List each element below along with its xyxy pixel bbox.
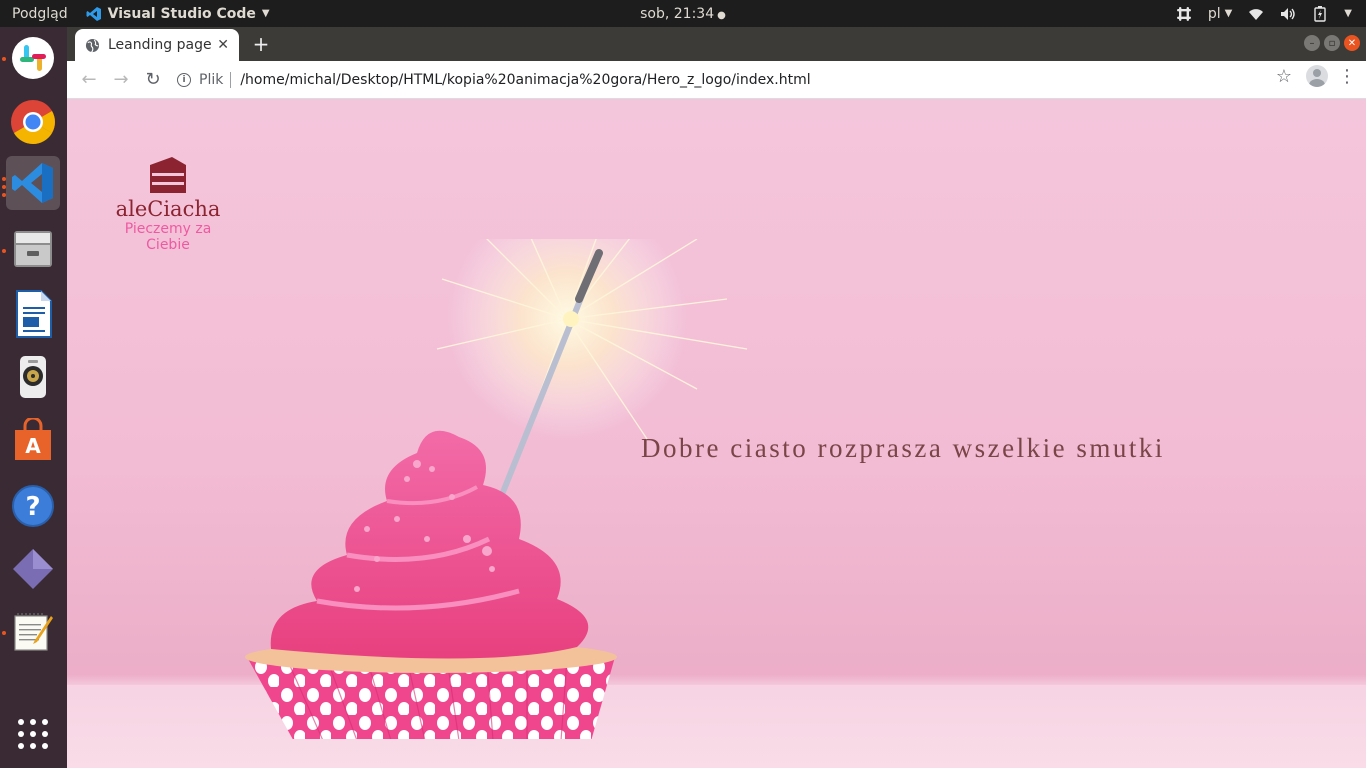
vscode-small-icon — [86, 6, 101, 21]
dock-item-files[interactable] — [6, 222, 60, 276]
keyboard-layout-label: pl — [1207, 5, 1221, 22]
close-icon: ✕ — [1347, 37, 1357, 49]
cake-slice-icon — [150, 157, 186, 193]
app-menu-label: Visual Studio Code — [107, 5, 256, 22]
running-indicator — [2, 249, 6, 253]
app-menu[interactable]: Visual Studio Code ▼ — [86, 6, 270, 22]
address-scheme: Plik — [199, 72, 224, 88]
page-viewport: aleCiacha Pieczemy za Ciebie Dobre ciast… — [67, 99, 1366, 768]
system-menu-icon[interactable]: ▼ — [1344, 8, 1352, 19]
tab-landing-page[interactable]: Leanding page ✕ — [75, 29, 239, 61]
slack-tray-icon[interactable] — [1176, 6, 1192, 22]
bookmark-star-icon[interactable]: ☆ — [1272, 66, 1296, 87]
chrome-icon — [11, 100, 55, 144]
wifi-icon[interactable] — [1248, 6, 1264, 22]
menu-kebab-icon[interactable]: ⋮ — [1338, 66, 1356, 87]
profile-avatar[interactable] — [1306, 65, 1328, 87]
battery-icon[interactable] — [1312, 5, 1328, 22]
close-icon[interactable]: ✕ — [217, 37, 229, 53]
help-icon: ? — [12, 485, 54, 527]
chevron-down-icon: ▼ — [261, 8, 270, 19]
activities-button[interactable]: Podgląd — [12, 6, 68, 22]
software-center-icon: A — [15, 418, 51, 460]
show-applications-button[interactable] — [6, 707, 60, 761]
text-editor-icon — [14, 613, 53, 651]
running-indicator — [2, 185, 6, 189]
running-indicator — [2, 631, 6, 635]
info-icon[interactable]: i — [177, 73, 191, 87]
maximize-button[interactable]: ▫ — [1324, 35, 1340, 51]
keyboard-layout-indicator[interactable]: pl ▼ — [1208, 6, 1232, 22]
dock-item-software[interactable]: A — [6, 414, 60, 468]
back-button[interactable]: ← — [73, 64, 105, 96]
running-indicator — [2, 193, 6, 197]
arrow-right-icon: → — [113, 69, 129, 90]
notification-dot-icon: ● — [717, 9, 726, 21]
maximize-icon: ▫ — [1328, 37, 1336, 49]
speaker-icon — [20, 356, 46, 398]
plus-icon: + — [252, 32, 270, 56]
app-grid-icon — [18, 719, 48, 749]
reload-icon: ↻ — [145, 69, 161, 90]
minimize-icon: – — [1309, 37, 1315, 49]
libreoffice-writer-icon — [16, 290, 52, 338]
globe-icon — [85, 38, 100, 52]
volume-icon[interactable] — [1280, 6, 1296, 22]
browser-toolbar: ← → ↻ i Plik /home/michal/Desktop/HTML/k… — [67, 61, 1366, 99]
close-window-button[interactable]: ✕ — [1344, 35, 1360, 51]
dock-item-slack[interactable] — [6, 31, 60, 85]
reload-button[interactable]: ↻ — [137, 64, 169, 96]
tab-strip: Leanding page ✕ + – ▫ ✕ — [67, 27, 1366, 61]
running-indicator — [2, 57, 6, 61]
address-bar[interactable]: i Plik /home/michal/Desktop/HTML/kopia%2… — [177, 65, 1286, 95]
chevron-down-icon: ▼ — [1224, 8, 1233, 19]
svg-text:?: ? — [25, 492, 40, 522]
dock-item-other[interactable] — [6, 542, 60, 596]
launcher-dock: A ? — [0, 27, 67, 768]
logo-tagline: Pieczemy za Ciebie — [124, 221, 212, 253]
logo-name: aleCiacha — [115, 197, 221, 221]
cupcake-image — [245, 239, 748, 739]
address-separator — [230, 72, 232, 88]
new-tab-button[interactable]: + — [250, 33, 272, 55]
running-indicator — [2, 177, 6, 181]
top-panel: Podgląd Visual Studio Code ▼ sob, 21:34 ●… — [0, 0, 1366, 27]
address-url[interactable]: /home/michal/Desktop/HTML/kopia%20animac… — [240, 72, 810, 88]
arrow-left-icon: ← — [81, 69, 97, 90]
diamond-app-icon — [13, 549, 53, 589]
tab-title: Leanding page — [108, 37, 212, 53]
dock-item-text-editor[interactable] — [6, 605, 60, 659]
files-icon — [14, 231, 52, 267]
vscode-icon — [12, 163, 53, 203]
slack-icon — [12, 37, 54, 79]
window-controls: – ▫ ✕ — [1304, 35, 1360, 51]
site-logo[interactable]: aleCiacha Pieczemy za Ciebie — [103, 155, 233, 253]
dock-item-vscode[interactable] — [6, 156, 60, 210]
dock-item-rhythmbox[interactable] — [6, 350, 60, 404]
clock[interactable]: sob, 21:34 — [640, 6, 714, 22]
minimize-button[interactable]: – — [1304, 35, 1320, 51]
dock-item-chrome[interactable] — [6, 95, 60, 149]
browser-window: Leanding page ✕ + – ▫ ✕ ← → ↻ i Plik /ho… — [67, 27, 1366, 768]
svg-text:A: A — [25, 434, 41, 458]
dock-item-help[interactable]: ? — [6, 479, 60, 533]
dock-item-writer[interactable] — [6, 287, 60, 341]
forward-button[interactable]: → — [105, 64, 137, 96]
